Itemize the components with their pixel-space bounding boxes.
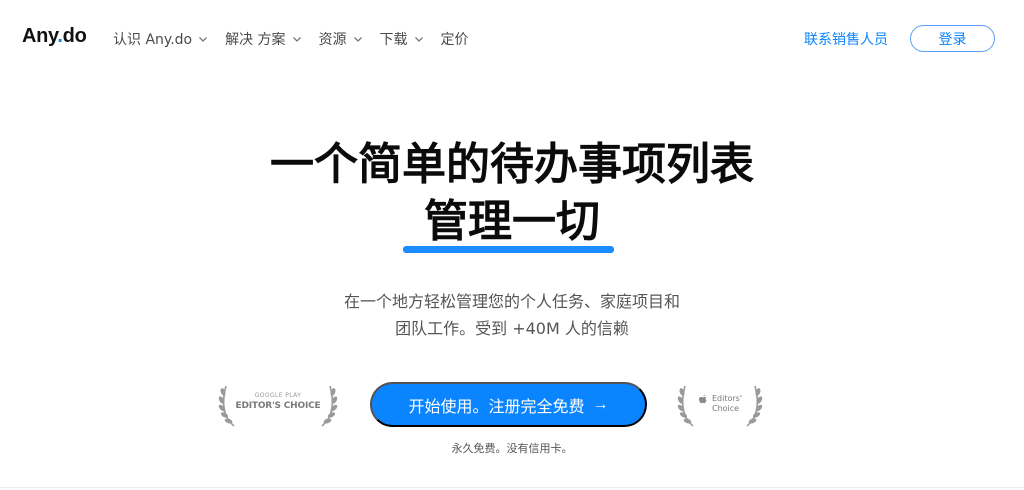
- chevron-down-icon: [414, 37, 423, 42]
- chevron-down-icon: [199, 37, 208, 42]
- logo-text-any: Any: [22, 25, 58, 47]
- laurel-right-icon: [321, 385, 338, 427]
- title-underline: [403, 246, 614, 253]
- chevron-down-icon: [292, 37, 301, 42]
- laurel-right-icon: [746, 385, 763, 427]
- apple-editors-choice-label: Editors' Choice: [712, 394, 743, 413]
- anydo-logo[interactable]: Any.do: [22, 25, 87, 48]
- main-menu: 认识 Any.do 解决 方案 资源 下载 定价: [113, 29, 485, 49]
- cta-note: 永久免费。没有信用卡。: [451, 442, 573, 455]
- section-divider: [0, 487, 1024, 488]
- apple-editors-choice-badge: Editors' Choice: [677, 380, 763, 428]
- arrow-right-icon: →: [592, 395, 609, 413]
- hero-subtitle-line1: 在一个地方轻松管理您的个人任务、家庭项目和: [343, 292, 680, 311]
- hero-subtitle-line2: 团队工作。受到 +40M 人的信赖: [395, 319, 629, 338]
- google-play-editors-choice-badge: GOOGLE PLAY EDITOR'S CHOICE: [218, 380, 338, 428]
- menu-item-about[interactable]: 认识 Any.do: [113, 29, 209, 49]
- menu-item-pricing[interactable]: 定价: [441, 29, 469, 49]
- menu-item-resources[interactable]: 资源: [319, 29, 364, 49]
- top-nav: Any.do 认识 Any.do 解决 方案 资源 下载 定价 联系销售人员 登…: [0, 0, 1024, 76]
- hero-title-line1: 一个简单的待办事项列表: [270, 139, 754, 190]
- hero-title-line2: 管理一切: [424, 196, 600, 247]
- login-button[interactable]: 登录: [910, 25, 995, 52]
- menu-item-solutions[interactable]: 解决 方案: [225, 29, 302, 49]
- chevron-down-icon: [353, 37, 362, 42]
- laurel-left-icon: [677, 385, 694, 427]
- contact-sales-link[interactable]: 联系销售人员: [804, 29, 888, 49]
- logo-text-do: do: [62, 25, 87, 47]
- menu-item-download[interactable]: 下载: [380, 29, 425, 49]
- get-started-button[interactable]: 开始使用。注册完全免费 →: [370, 382, 647, 427]
- landing-page: Any.do 认识 Any.do 解决 方案 资源 下载 定价 联系销售人员 登…: [0, 0, 1024, 490]
- apple-logo-icon: [699, 394, 707, 404]
